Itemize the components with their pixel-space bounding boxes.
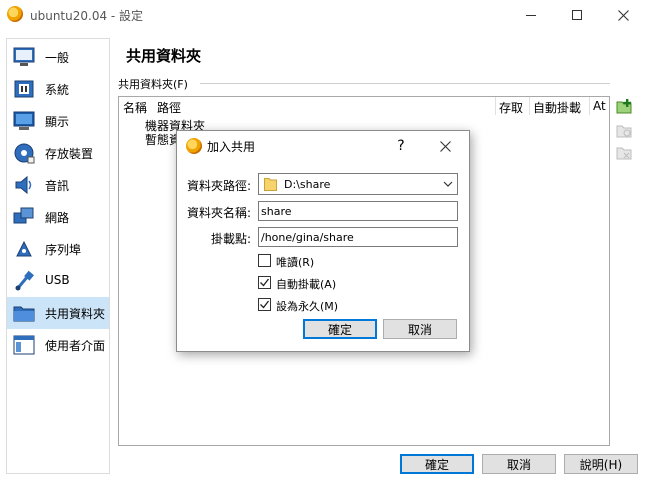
- close-icon: [439, 140, 451, 152]
- sidebar-item-display[interactable]: 顯示: [7, 105, 109, 137]
- shared-folders-group-label: 共用資料夾(F): [118, 78, 188, 91]
- dialog-ok-button[interactable]: 確定: [303, 319, 377, 339]
- mount-point-label: 掛載點:: [211, 232, 252, 246]
- column-header-at[interactable]: At: [593, 99, 606, 113]
- add-share-dialog: 加入共用 ? 資料夾路徑: D:\share 資料夾名稱: 掛載點: 唯讀(R)…: [176, 130, 470, 352]
- sidebar-item-label: 音訊: [45, 179, 70, 193]
- sidebar-item-label: 存放裝置: [45, 147, 94, 161]
- ui-window-icon: [13, 335, 35, 355]
- sidebar-item-label: 系統: [45, 83, 70, 97]
- checkbox-box[interactable]: [258, 276, 271, 289]
- minimize-button[interactable]: [508, 0, 554, 30]
- add-shared-folder-icon[interactable]: [616, 98, 634, 116]
- remove-shared-folder-icon[interactable]: [616, 144, 634, 162]
- sidebar-item-general[interactable]: 一般: [7, 41, 109, 73]
- column-divider: [529, 97, 530, 115]
- folder-name-input[interactable]: [258, 201, 458, 221]
- edit-shared-folder-icon[interactable]: [616, 122, 634, 140]
- maximize-button[interactable]: [554, 0, 600, 30]
- sidebar-item-label: 共用資料夾: [45, 307, 106, 321]
- ok-button[interactable]: 確定: [400, 454, 474, 474]
- usb-icon: [15, 270, 34, 291]
- display-icon: [13, 111, 35, 130]
- folder-icon: [264, 178, 277, 191]
- sidebar-item-label: 使用者介面: [45, 339, 106, 353]
- column-header-access[interactable]: 存取: [499, 99, 523, 116]
- group-divider: [200, 83, 610, 84]
- help-button[interactable]: 說明(H): [564, 454, 638, 474]
- window-title: ubuntu20.04 - 設定: [30, 9, 144, 23]
- dialog-help-button[interactable]: ?: [381, 133, 421, 159]
- cancel-button[interactable]: 取消: [482, 454, 556, 474]
- checkmark-icon: [260, 278, 270, 287]
- folder-icon: [13, 306, 35, 322]
- sidebar-item-label: 顯示: [45, 115, 70, 129]
- folder-name-label: 資料夾名稱:: [187, 206, 252, 220]
- sidebar-item-system[interactable]: 系統: [7, 73, 109, 105]
- virtualbox-app-icon: [186, 138, 202, 154]
- column-divider: [495, 97, 496, 115]
- mount-point-input[interactable]: [258, 227, 458, 247]
- sidebar-item-storage[interactable]: 存放裝置: [7, 137, 109, 169]
- minimize-icon: [526, 14, 536, 16]
- serial-port-icon: [16, 240, 32, 257]
- sidebar-item-serial-ports[interactable]: 序列埠: [7, 233, 109, 265]
- speaker-icon: [15, 175, 32, 195]
- network-icon: [13, 207, 34, 224]
- title-bar: ubuntu20.04 - 設定: [0, 0, 646, 30]
- folder-path-value: D:\share: [284, 178, 331, 191]
- dialog-title: 加入共用: [207, 140, 256, 154]
- folder-path-label: 資料夾路徑:: [187, 179, 252, 193]
- sidebar-item-label: USB: [45, 273, 70, 287]
- sidebar-item-usb[interactable]: USB: [7, 265, 109, 297]
- column-header-name[interactable]: 名稱: [123, 99, 147, 116]
- close-button[interactable]: [600, 0, 646, 30]
- chevron-down-icon: [443, 181, 453, 187]
- disk-icon: [14, 143, 35, 164]
- checkbox-box[interactable]: [258, 254, 271, 267]
- chip-icon: [14, 80, 34, 98]
- sidebar-item-label: 一般: [45, 51, 70, 65]
- column-header-automount[interactable]: 自動掛載: [533, 99, 581, 116]
- sidebar-item-shared-folders[interactable]: 共用資料夾: [7, 297, 109, 329]
- checkmark-icon: [260, 300, 270, 309]
- readonly-label: 唯讀(R): [276, 256, 315, 269]
- checkbox-box[interactable]: [258, 298, 271, 311]
- permanent-label: 設為永久(M): [276, 300, 339, 313]
- column-header-path[interactable]: 路徑: [157, 99, 181, 116]
- dialog-close-button[interactable]: [425, 133, 465, 159]
- sidebar-item-label: 序列埠: [45, 243, 82, 257]
- sidebar-item-network[interactable]: 網路: [7, 201, 109, 233]
- monitor-icon: [13, 47, 35, 66]
- folder-path-combo[interactable]: D:\share: [258, 173, 458, 195]
- dialog-cancel-button[interactable]: 取消: [383, 319, 457, 339]
- sidebar-item-user-interface[interactable]: 使用者介面: [7, 329, 109, 361]
- settings-sidebar: 一般 系統 顯示 存放裝置 音訊 網路 序列埠 USB 共用資料夾 使用者介面: [6, 38, 110, 474]
- sidebar-item-audio[interactable]: 音訊: [7, 169, 109, 201]
- maximize-icon: [572, 10, 582, 20]
- column-divider: [589, 97, 590, 115]
- automount-label: 自動掛載(A): [276, 278, 337, 291]
- sidebar-item-label: 網路: [45, 211, 70, 225]
- page-title: 共用資料夾: [126, 47, 202, 65]
- virtualbox-app-icon: [7, 6, 23, 22]
- close-icon: [617, 9, 629, 21]
